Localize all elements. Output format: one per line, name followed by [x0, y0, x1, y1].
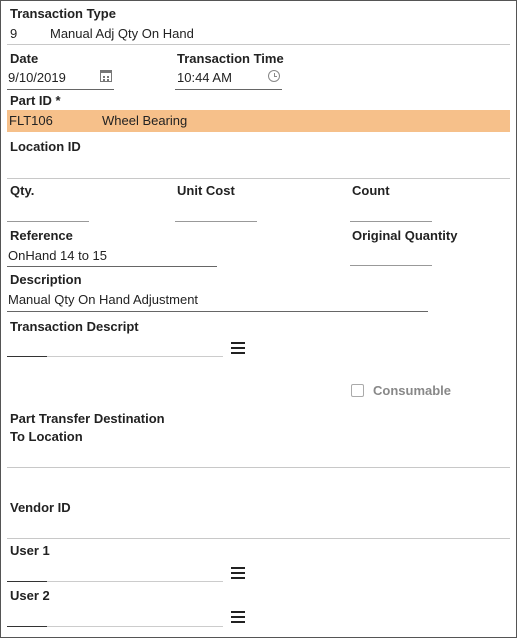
transaction-type-code: 9: [10, 26, 18, 41]
date-label: Date: [10, 51, 39, 66]
reference-underline: [7, 266, 217, 267]
vendor-id-field[interactable]: [7, 538, 510, 539]
part-id-label: Part ID *: [10, 93, 61, 108]
part-id-value: FLT106: [9, 113, 53, 128]
reference-label: Reference: [10, 228, 73, 243]
transaction-descript-label: Transaction Descript: [10, 319, 139, 334]
user1-field[interactable]: [47, 581, 223, 582]
user1-code-line: [7, 581, 47, 582]
transaction-type-name: Manual Adj Qty On Hand: [50, 26, 194, 41]
reference-field[interactable]: OnHand 14 to 15: [8, 248, 107, 263]
location-id-field[interactable]: [7, 178, 510, 179]
description-field[interactable]: Manual Qty On Hand Adjustment: [8, 292, 198, 307]
to-location-label: To Location: [10, 429, 83, 444]
transaction-form: Transaction Type 9 Manual Adj Qty On Han…: [0, 0, 517, 638]
user2-field[interactable]: [47, 626, 223, 627]
transaction-descript-code-line: [7, 356, 47, 357]
vendor-id-label: Vendor ID: [10, 500, 71, 515]
transaction-descript-field[interactable]: [47, 356, 223, 357]
user1-label: User 1: [10, 543, 50, 558]
user2-label: User 2: [10, 588, 50, 603]
unit-cost-field[interactable]: [175, 221, 257, 222]
consumable-checkbox[interactable]: [351, 384, 364, 397]
qty-label: Qty.: [10, 183, 35, 198]
qty-field[interactable]: [7, 221, 89, 222]
transaction-type-label: Transaction Type: [10, 6, 116, 21]
transaction-time-label: Transaction Time: [177, 51, 284, 66]
date-underline: [7, 89, 114, 90]
consumable-label: Consumable: [373, 383, 452, 398]
time-underline: [175, 89, 282, 90]
divider: [7, 44, 510, 45]
description-label: Description: [10, 272, 82, 287]
menu-icon[interactable]: [231, 611, 245, 623]
calendar-icon[interactable]: [100, 70, 112, 82]
date-field[interactable]: 9/10/2019: [8, 70, 66, 85]
part-id-row[interactable]: [7, 110, 510, 132]
menu-icon[interactable]: [231, 567, 245, 579]
description-underline: [7, 311, 428, 312]
menu-icon[interactable]: [231, 342, 245, 354]
unit-cost-label: Unit Cost: [177, 183, 235, 198]
count-label: Count: [352, 183, 390, 198]
part-transfer-label: Part Transfer Destination: [10, 411, 165, 426]
to-location-field[interactable]: [7, 467, 510, 468]
clock-icon[interactable]: [268, 70, 280, 82]
transaction-time-field[interactable]: 10:44 AM: [177, 70, 232, 85]
user2-code-line: [7, 626, 47, 627]
part-name-value: Wheel Bearing: [102, 113, 188, 128]
location-id-label: Location ID: [10, 139, 81, 154]
original-quantity-label: Original Quantity: [352, 228, 458, 243]
count-field[interactable]: [350, 221, 432, 222]
original-quantity-field[interactable]: [350, 265, 432, 266]
